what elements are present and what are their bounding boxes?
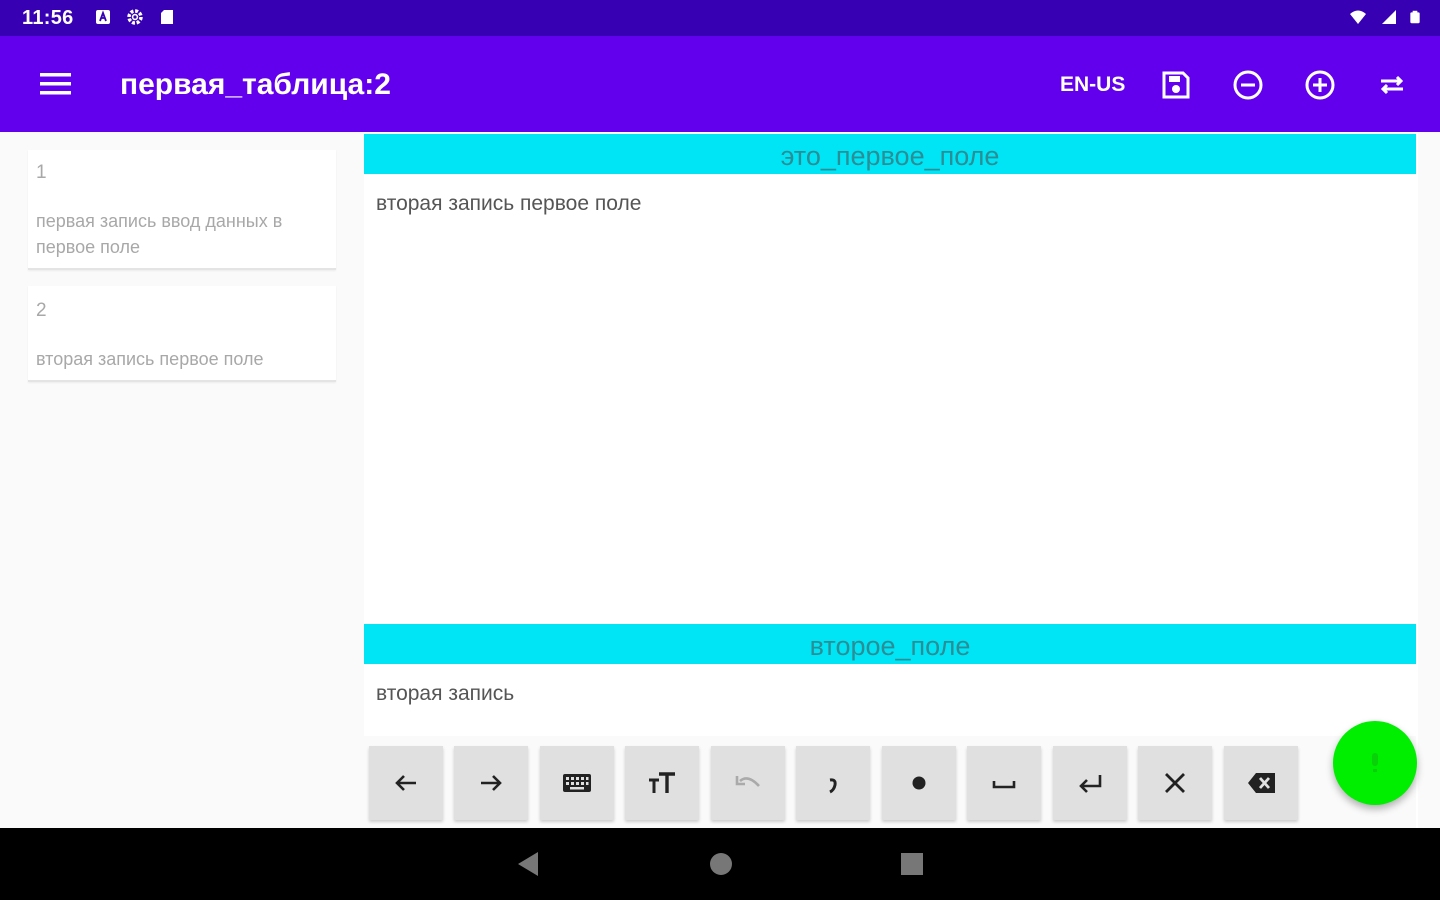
status-time: 11:56 — [22, 7, 74, 29]
signal-icon — [1382, 10, 1396, 24]
voice-input-button[interactable] — [1333, 721, 1417, 805]
sd-card-icon — [161, 10, 173, 24]
backspace-button[interactable] — [1224, 746, 1298, 820]
app-bar: первая_таблица:2 EN-US — [0, 36, 1440, 132]
record-editor: это_первое_поле вторая запись первое пол… — [364, 132, 1418, 828]
back-icon[interactable] — [514, 850, 542, 878]
page-title: первая_таблица:2 — [120, 68, 391, 101]
navigation-bar — [0, 828, 1440, 900]
notification-a-icon — [96, 10, 110, 24]
comma-button[interactable] — [796, 746, 870, 820]
status-icons-right — [1346, 8, 1422, 26]
microphone-icon — [1372, 753, 1378, 772]
home-icon[interactable] — [707, 850, 735, 878]
status-bar: 11:56 — [0, 0, 1440, 36]
undo-icon — [735, 776, 760, 787]
field-input[interactable]: вторая запись — [376, 682, 514, 706]
keyboard-button[interactable] — [540, 746, 614, 820]
enter-button[interactable] — [1053, 746, 1127, 820]
record-number: 1 — [36, 162, 47, 183]
wifi-icon — [1350, 10, 1366, 24]
comma-icon — [829, 778, 837, 794]
record-card[interactable]: 1 первая запись ввод данных в первое пол… — [28, 150, 336, 270]
keyboard-icon — [563, 774, 591, 792]
close-icon — [1165, 773, 1185, 793]
space-button[interactable] — [967, 746, 1041, 820]
record-text: первая запись ввод данных в первое поле — [36, 211, 283, 257]
record-number: 2 — [36, 300, 47, 321]
dot-icon — [912, 776, 926, 790]
menu-icon[interactable] — [36, 66, 76, 102]
status-icons-left — [94, 8, 176, 26]
recents-icon[interactable] — [898, 850, 926, 878]
dot-button[interactable] — [882, 746, 956, 820]
field-header: второе_поле — [364, 624, 1416, 664]
swap-icon[interactable] — [1375, 68, 1409, 102]
enter-icon — [1079, 775, 1102, 793]
space-icon — [992, 781, 1016, 789]
arrow-right-button[interactable] — [454, 746, 528, 820]
record-card[interactable]: 2 вторая запись первое поле — [28, 286, 336, 382]
gear-icon — [127, 9, 143, 25]
add-circle-icon[interactable] — [1303, 68, 1337, 102]
clear-button[interactable] — [1138, 746, 1212, 820]
save-icon[interactable] — [1159, 68, 1193, 102]
field-header: это_первое_поле — [364, 134, 1416, 174]
battery-icon — [1410, 10, 1420, 24]
arrow-left-button[interactable] — [369, 746, 443, 820]
text-size-icon — [649, 772, 675, 793]
undo-button[interactable] — [711, 746, 785, 820]
backspace-icon — [1248, 773, 1275, 793]
locale-button[interactable]: EN-US — [1060, 73, 1125, 97]
arrow-left-icon — [395, 775, 416, 791]
field-input[interactable]: вторая запись первое поле — [376, 192, 641, 216]
text-size-button[interactable] — [625, 746, 699, 820]
record-text: вторая запись первое поле — [36, 349, 264, 369]
record-list: 1 первая запись ввод данных в первое пол… — [0, 132, 362, 828]
arrow-right-icon — [481, 775, 502, 791]
key-bar — [364, 736, 1416, 828]
remove-circle-icon[interactable] — [1231, 68, 1265, 102]
